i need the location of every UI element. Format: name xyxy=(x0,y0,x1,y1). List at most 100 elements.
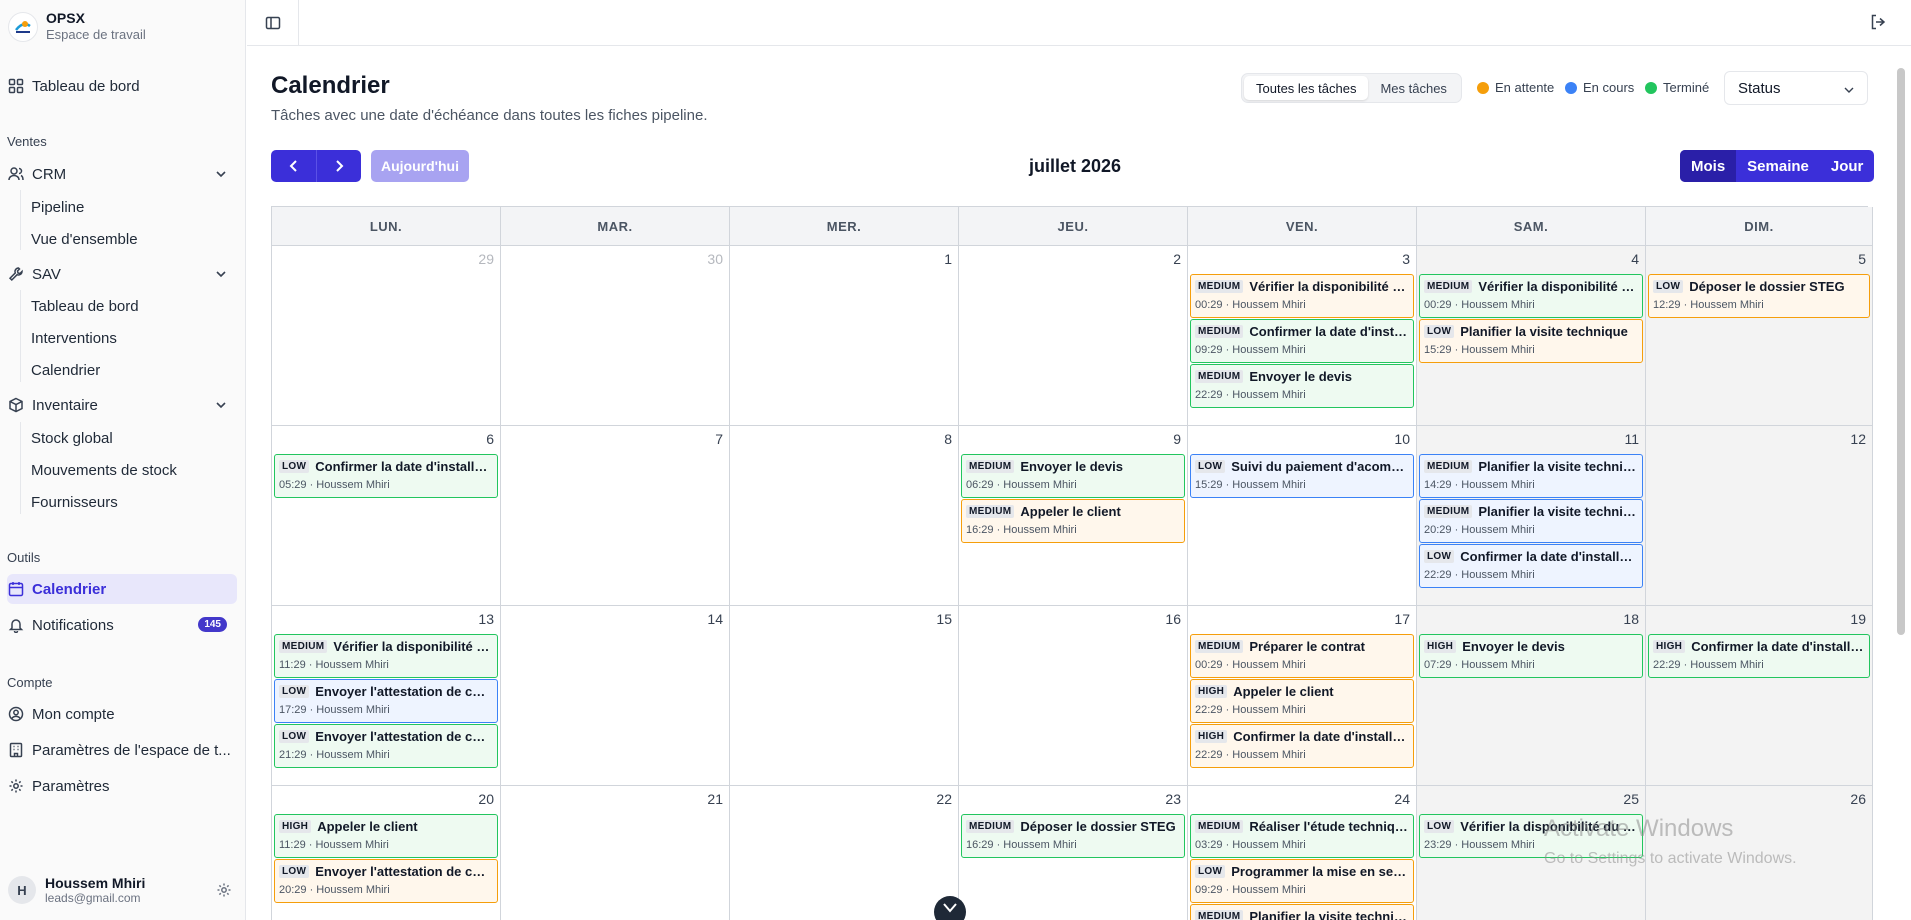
day-cell[interactable]: 15 xyxy=(730,606,959,786)
sidebar-item-account[interactable]: Mon compte xyxy=(7,699,237,729)
task-event[interactable]: LOW Confirmer la date d'installation 05:29… xyxy=(274,454,498,498)
task-event[interactable]: HIGH Confirmer la date d'installation 22:2… xyxy=(1190,724,1414,768)
sidebar-item-settings[interactable]: Paramètres xyxy=(7,771,237,801)
day-cell[interactable]: 21 xyxy=(501,786,730,920)
floating-toggle-button[interactable] xyxy=(934,896,966,920)
day-cell[interactable]: 3 MEDIUM Vérifier la disponibilité du maté… xyxy=(1188,246,1417,426)
task-event[interactable]: MEDIUM Envoyer le devis 06:29 · Houssem Mh… xyxy=(961,454,1185,498)
sidebar-item-workspace-settings[interactable]: Paramètres de l'espace de t... xyxy=(7,735,237,765)
sidebar-item-calendar[interactable]: Calendrier xyxy=(7,574,237,604)
day-cell[interactable]: 19 HIGH Confirmer la date d'installation 22… xyxy=(1646,606,1873,786)
status-select[interactable]: Status xyxy=(1724,71,1868,105)
day-cell[interactable]: 7 xyxy=(501,426,730,606)
day-cell[interactable]: 8 xyxy=(730,426,959,606)
sidebar-item-interventions[interactable]: Interventions xyxy=(31,324,117,352)
sidebar-item-inventory[interactable]: Inventaire xyxy=(7,390,237,420)
day-cell[interactable]: 4 MEDIUM Vérifier la disponibilité du maté… xyxy=(1417,246,1646,426)
task-event[interactable]: MEDIUM Réaliser l'étude technique 03:29 · … xyxy=(1190,814,1414,858)
users-icon xyxy=(8,167,24,181)
task-event[interactable]: MEDIUM Envoyer le devis 22:29 · Houssem Mh… xyxy=(1190,364,1414,408)
view-day-button[interactable]: Jour xyxy=(1820,150,1875,182)
task-event-header: MEDIUM Réaliser l'étude technique xyxy=(1195,819,1409,834)
view-week-button[interactable]: Semaine xyxy=(1736,150,1820,182)
sidebar-item-stock-moves[interactable]: Mouvements de stock xyxy=(31,456,177,484)
day-cell[interactable]: 18 HIGH Envoyer le devis 07:29 · Houssem Mh… xyxy=(1417,606,1646,786)
task-event-header: HIGH Confirmer la date d'installation xyxy=(1653,639,1865,654)
day-cell[interactable]: 2 xyxy=(959,246,1188,426)
task-event[interactable]: MEDIUM Déposer le dossier STEG 16:29 · Hou… xyxy=(961,814,1185,858)
task-event[interactable]: MEDIUM Appeler le client 16:29 · Houssem M… xyxy=(961,499,1185,543)
task-event[interactable]: LOW Envoyer l'attestation de conformité 20… xyxy=(274,859,498,903)
sidebar-item-label: Mon compte xyxy=(32,705,115,723)
day-cell[interactable]: 9 MEDIUM Envoyer le devis 06:29 · Houssem M… xyxy=(959,426,1188,606)
task-event[interactable]: HIGH Appeler le client 22:29 · Houssem Mhi… xyxy=(1190,679,1414,723)
task-event[interactable]: HIGH Confirmer la date d'installation 22:2… xyxy=(1648,634,1870,678)
task-event[interactable]: MEDIUM Vérifier la disponibilité du matér… xyxy=(1190,274,1414,318)
day-cell[interactable]: 20 HIGH Appeler le client 11:29 · Houssem M… xyxy=(272,786,501,920)
task-event[interactable]: LOW Suivi du paiement d'acompte 15:29 · Ho… xyxy=(1190,454,1414,498)
day-cell[interactable]: 10 LOW Suivi du paiement d'acompte 15:29 · … xyxy=(1188,426,1417,606)
day-cell[interactable]: 5 LOW Déposer le dossier STEG 12:29 · Houss… xyxy=(1646,246,1873,426)
day-cell[interactable]: 16 xyxy=(959,606,1188,786)
sidebar-item-crm[interactable]: CRM xyxy=(7,159,237,189)
priority-badge: MEDIUM xyxy=(1195,820,1244,833)
sidebar-item-overview[interactable]: Vue d'ensemble xyxy=(31,225,138,253)
day-number: 21 xyxy=(707,791,723,807)
sidebar-toggle-button[interactable] xyxy=(247,0,299,45)
task-event[interactable]: LOW Confirmer la date d'installation 22:29… xyxy=(1419,544,1643,588)
next-month-button[interactable] xyxy=(316,150,361,182)
sidebar-item-sav[interactable]: SAV xyxy=(7,259,237,289)
day-cell[interactable]: 6 LOW Confirmer la date d'installation 05:2… xyxy=(272,426,501,606)
task-event[interactable]: MEDIUM Confirmer la date d'installation 09… xyxy=(1190,319,1414,363)
scrollbar[interactable] xyxy=(1897,68,1905,635)
day-cell[interactable]: 1 xyxy=(730,246,959,426)
task-event[interactable]: MEDIUM Vérifier la disponibilité du matér… xyxy=(274,634,498,678)
day-cell[interactable]: 22 xyxy=(730,786,959,920)
task-event[interactable]: MEDIUM Planifier la visite technique 20:29… xyxy=(1419,499,1643,543)
day-cell[interactable]: 29 xyxy=(272,246,501,426)
sidebar-item-suppliers[interactable]: Fournisseurs xyxy=(31,488,118,516)
task-event[interactable]: MEDIUM Planifier la visite technique 14:29… xyxy=(1419,454,1643,498)
priority-badge: MEDIUM xyxy=(1195,325,1244,338)
task-event[interactable]: HIGH Appeler le client 11:29 · Houssem Mhi… xyxy=(274,814,498,858)
priority-badge: LOW xyxy=(1195,460,1226,473)
sidebar-item-stock[interactable]: Stock global xyxy=(31,424,113,452)
task-title: Déposer le dossier STEG xyxy=(1020,819,1176,834)
sidebar-item-sav-dashboard[interactable]: Tableau de bord xyxy=(31,292,139,320)
sidebar-item-notifications[interactable]: Notifications 145 xyxy=(7,610,237,640)
day-cell[interactable]: 30 xyxy=(501,246,730,426)
day-number: 5 xyxy=(1858,251,1866,267)
day-cell[interactable]: 12 xyxy=(1646,426,1873,606)
today-button[interactable]: Aujourd'hui xyxy=(371,150,469,182)
day-cell[interactable]: 17 MEDIUM Préparer le contrat 00:29 · Houss… xyxy=(1188,606,1417,786)
day-cell[interactable]: 24 MEDIUM Réaliser l'étude technique 03:29 … xyxy=(1188,786,1417,920)
sidebar-item-sav-calendar[interactable]: Calendrier xyxy=(31,356,100,384)
task-event[interactable]: HIGH Envoyer le devis 07:29 · Houssem Mhir… xyxy=(1419,634,1643,678)
sidebar-item-pipeline[interactable]: Pipeline xyxy=(31,193,84,221)
task-event[interactable]: LOW Envoyer l'attestation de conformité 17… xyxy=(274,679,498,723)
logout-button[interactable] xyxy=(1869,13,1887,36)
day-cell[interactable]: 23 MEDIUM Déposer le dossier STEG 16:29 · H… xyxy=(959,786,1188,920)
task-event[interactable]: MEDIUM Préparer le contrat 00:29 · Houssem… xyxy=(1190,634,1414,678)
day-cell[interactable]: 13 MEDIUM Vérifier la disponibilité du mat… xyxy=(272,606,501,786)
sidebar-item-dashboard[interactable]: Tableau de bord xyxy=(7,71,237,101)
task-event[interactable]: MEDIUM Planifier la visite technique xyxy=(1190,904,1414,920)
task-event[interactable]: LOW Déposer le dossier STEG 12:29 · Housse… xyxy=(1648,274,1870,318)
prev-month-button[interactable] xyxy=(271,150,316,182)
legend-done: Terminé xyxy=(1645,80,1709,95)
task-event[interactable]: LOW Envoyer l'attestation de conformité 21… xyxy=(274,724,498,768)
view-month-button[interactable]: Mois xyxy=(1680,150,1737,182)
gear-icon[interactable] xyxy=(216,882,232,898)
user-menu[interactable]: H Houssem Mhiri leads@gmail.com xyxy=(8,870,238,910)
legend-label: En attente xyxy=(1495,80,1555,95)
task-event[interactable]: MEDIUM Vérifier la disponibilité du matér… xyxy=(1419,274,1643,318)
task-event[interactable]: LOW Programmer la mise en service 09:29 · … xyxy=(1190,859,1414,903)
workspace-switcher[interactable]: OPSX Espace de travail xyxy=(8,10,146,43)
day-cell[interactable]: 14 xyxy=(501,606,730,786)
day-cell[interactable]: 11 MEDIUM Planifier la visite technique 14:… xyxy=(1417,426,1646,606)
sidebar-item-label: Notifications xyxy=(32,616,114,634)
filter-my-tasks[interactable]: Mes tâches xyxy=(1368,76,1458,100)
filter-all-tasks[interactable]: Toutes les tâches xyxy=(1244,76,1369,100)
task-event[interactable]: LOW Planifier la visite technique 15:29 · … xyxy=(1419,319,1643,363)
day-number: 22 xyxy=(936,791,952,807)
